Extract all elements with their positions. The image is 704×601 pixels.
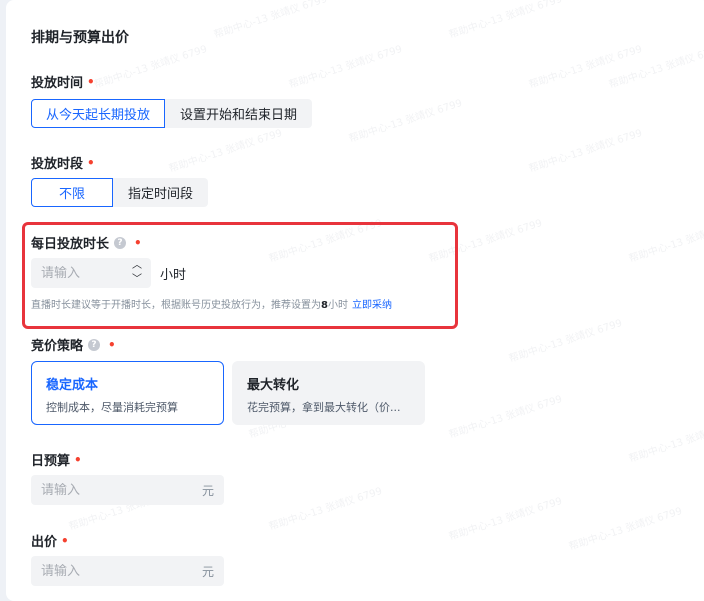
strategy-card-max-conversion[interactable]: 最大转化 花完预算，拿到最大转化（价...: [232, 361, 425, 425]
form-card: 帮助中心-13 张靖仪 6799 帮助中心-13 张靖仪 6799 帮助中心-1…: [6, 0, 704, 601]
schedule-time-selector: 从今天起长期投放 设置开始和结束日期: [31, 99, 313, 128]
daily-duration-label: 每日投放时长 ? •: [31, 233, 142, 252]
required-dot-icon: •: [61, 533, 69, 548]
schedule-slot-label-text: 投放时段: [31, 157, 84, 172]
required-dot-icon: •: [87, 155, 95, 170]
schedule-slot-option-unlimited[interactable]: 不限: [31, 178, 113, 207]
daily-duration-input[interactable]: [41, 265, 127, 281]
required-dot-icon: •: [108, 337, 116, 352]
adopt-link[interactable]: 立即采纳: [352, 300, 392, 311]
bid-currency: 元: [201, 564, 214, 579]
hint-suffix: 小时: [327, 300, 348, 311]
daily-duration-label-text: 每日投放时长: [31, 237, 110, 252]
daily-budget-label-text: 日预算: [31, 454, 71, 469]
required-dot-icon: •: [74, 452, 82, 467]
schedule-time-label: 投放时间 •: [31, 72, 95, 92]
section-title: 排期与预算出价: [31, 30, 129, 46]
daily-budget-input[interactable]: [41, 482, 181, 498]
help-icon[interactable]: ?: [114, 236, 127, 249]
help-icon[interactable]: ?: [88, 338, 101, 351]
schedule-time-label-text: 投放时间: [31, 76, 84, 91]
bid-input[interactable]: [41, 563, 181, 579]
strategy-desc: 控制成本，尽量消耗完预算: [46, 401, 178, 414]
daily-duration-stepper[interactable]: ︿ ﹀: [129, 260, 145, 286]
schedule-time-option-date-range[interactable]: 设置开始和结束日期: [165, 99, 313, 128]
hint-value: 8: [321, 300, 328, 311]
required-dot-icon: •: [87, 74, 95, 89]
strategy-desc: 花完预算，拿到最大转化（价...: [247, 401, 401, 414]
strategy-title: 稳定成本: [46, 378, 99, 393]
daily-duration-hint: 直播时长建议等于开播时长，根据账号历史投放行为，推荐设置为8小时 立即采纳: [31, 296, 392, 311]
schedule-slot-label: 投放时段 •: [31, 153, 95, 173]
bid-strategy-label-text: 竞价策略: [31, 339, 84, 354]
strategy-title: 最大转化: [247, 378, 300, 393]
bid-label: 出价 •: [31, 531, 69, 551]
hint-prefix: 直播时长建议等于开播时长，根据账号历史投放行为，推荐设置为: [31, 300, 321, 311]
daily-budget-label: 日预算 •: [31, 450, 82, 470]
daily-budget-currency: 元: [201, 483, 214, 498]
schedule-time-option-long-term[interactable]: 从今天起长期投放: [31, 99, 166, 128]
bid-input-wrapper: 元: [31, 556, 224, 586]
daily-budget-input-wrapper: 元: [31, 475, 224, 505]
daily-duration-input-wrapper: ︿ ﹀: [31, 258, 151, 288]
strategy-card-stable-cost[interactable]: 稳定成本 控制成本，尽量消耗完预算: [31, 361, 224, 425]
daily-duration-unit: 小时: [160, 268, 187, 283]
bid-strategy-label: 竞价策略 ? •: [31, 335, 116, 354]
schedule-slot-selector: 不限 指定时间段: [31, 178, 209, 207]
schedule-slot-option-specified[interactable]: 指定时间段: [113, 178, 209, 207]
chevron-up-icon[interactable]: ︿: [132, 260, 142, 272]
bid-label-text: 出价: [31, 535, 58, 550]
required-dot-icon: •: [134, 235, 142, 250]
chevron-down-icon[interactable]: ﹀: [132, 274, 142, 286]
